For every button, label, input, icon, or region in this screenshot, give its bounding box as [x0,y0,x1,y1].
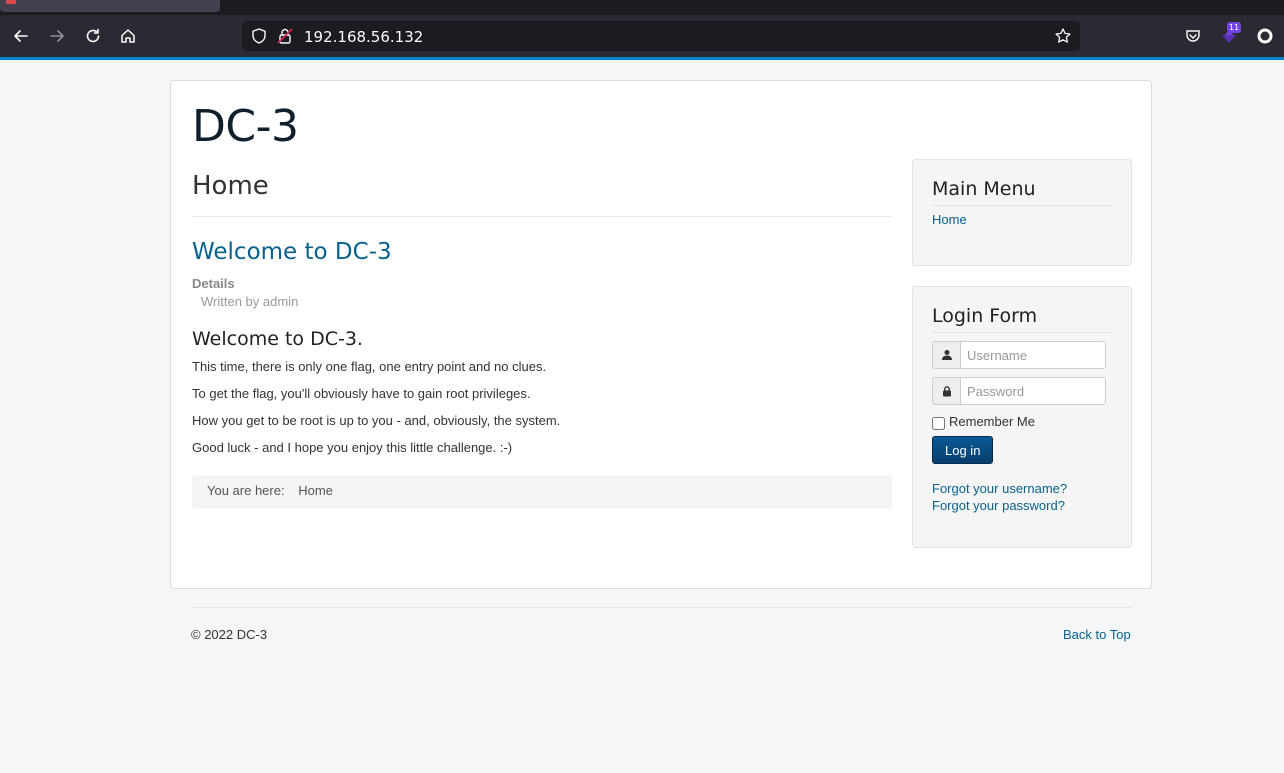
login-form-module: Login Form Remember Me Log in Forgot you… [912,286,1132,548]
tab-strip [0,0,1284,15]
login-button[interactable]: Log in [932,436,994,464]
footer-divider [190,607,1132,608]
pocket-icon [1186,30,1200,42]
account-circle-icon [1257,28,1273,44]
back-button[interactable] [8,23,34,49]
account-button[interactable] [1252,23,1278,49]
remember-me[interactable]: Remember Me [932,413,1112,430]
breadcrumb: You are here: Home [192,475,892,509]
shield-icon[interactable] [250,27,268,45]
main-menu-module: Main Menu Home [912,159,1132,266]
breadcrumb-label: You are here: [207,483,285,498]
extension-badge: 11 [1227,22,1241,33]
article-paragraph: Good luck - and I hope you enjoy this li… [192,440,513,455]
reload-button[interactable] [80,23,106,49]
bookmark-star-icon[interactable] [1054,27,1072,45]
username-input[interactable] [960,341,1106,369]
user-icon [932,341,960,369]
lock-icon [932,377,960,405]
browser-tab[interactable] [0,0,220,12]
main-content: Home Welcome to DC-3 Details Written by … [192,161,892,509]
loading-accent-line [0,57,1284,60]
footer-copyright: © 2022 DC-3 [191,627,268,642]
insecure-lock-icon[interactable] [276,27,294,45]
article-details-label: Details [192,276,235,291]
username-group [932,341,1112,369]
arrow-right-icon [50,30,64,42]
browser-toolbar: 192.168.56.132 11 [0,15,1284,57]
main-menu-title: Main Menu [932,178,1112,206]
password-group [932,377,1112,405]
remember-me-checkbox[interactable] [932,417,945,430]
breadcrumb-current: Home [298,483,333,498]
home-icon [121,29,135,43]
url-text[interactable]: 192.168.56.132 [304,28,423,46]
login-form-title: Login Form [932,305,1112,333]
article-title-link[interactable]: Welcome to DC-3 [192,239,892,265]
article-paragraph: How you get to be root is up to you - an… [192,413,561,428]
menu-item-home[interactable]: Home [932,212,1112,227]
article-author: Written by admin [201,294,299,309]
article-paragraph: To get the flag, you'll obviously have t… [192,386,531,401]
page-title: Home [192,161,892,217]
forward-button[interactable] [44,23,70,49]
reload-icon [86,28,100,43]
back-to-top-link[interactable]: Back to Top [1063,627,1131,642]
address-bar[interactable]: 192.168.56.132 [242,21,1080,51]
article-paragraph: This time, there is only one flag, one e… [192,359,547,374]
forgot-password-link[interactable]: Forgot your password? [932,498,1112,513]
remember-me-label: Remember Me [949,414,1035,429]
site-container: DC-3 Home Welcome to DC-3 Details Writte… [170,80,1152,589]
forgot-username-link[interactable]: Forgot your username? [932,481,1112,496]
tab-favicon-icon [6,0,16,4]
arrow-left-icon [14,30,28,42]
password-input[interactable] [960,377,1106,405]
pocket-button[interactable] [1180,23,1206,49]
article-heading: Welcome to DC-3. [192,328,363,350]
site-brand[interactable]: DC-3 [192,101,299,152]
home-button[interactable] [115,23,141,49]
